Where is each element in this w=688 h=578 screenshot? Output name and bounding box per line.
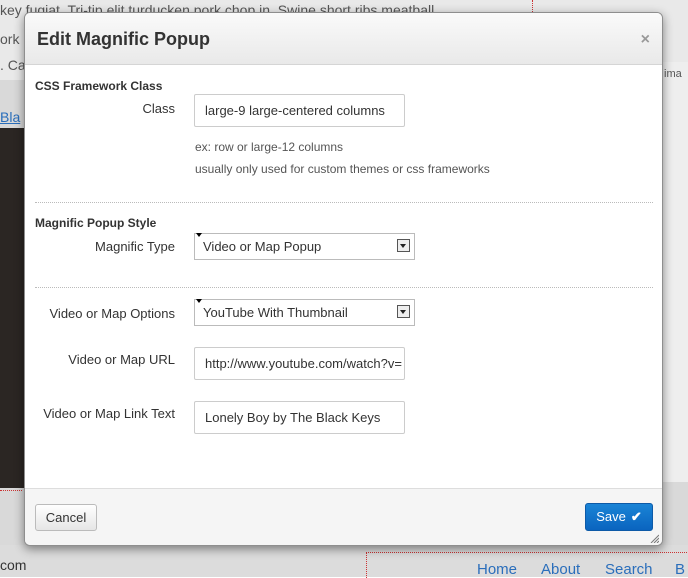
check-icon: ✔ (630, 509, 642, 524)
background-video-image (0, 128, 24, 488)
class-label: Class (142, 101, 175, 116)
dialog-footer: Cancel Save ✔ (25, 488, 662, 545)
nav-link-b[interactable]: B (675, 561, 685, 578)
background-sidebar (662, 62, 688, 482)
background-image-label: ima (664, 68, 682, 80)
background-footer-text: com (0, 557, 27, 573)
video-map-options-select[interactable]: YouTube With Thumbnail (194, 299, 415, 326)
dropdown-arrow-icon[interactable] (397, 239, 410, 252)
background-text-line: . Ca (0, 57, 26, 73)
background-divider (0, 490, 22, 492)
close-icon[interactable]: × (641, 31, 650, 49)
magnific-type-value: Video or Map Popup (203, 239, 322, 254)
nav-link-home[interactable]: Home (477, 561, 517, 578)
save-button[interactable]: Save ✔ (585, 503, 653, 531)
dialog-body: CSS Framework Class Class large-9 large-… (25, 65, 662, 485)
class-help-note: usually only used for custom themes or c… (195, 162, 490, 176)
magnific-type-label: Magnific Type (95, 239, 175, 254)
corner-marker-icon (196, 299, 202, 303)
section-title-popup-style: Magnific Popup Style (35, 216, 157, 230)
cancel-button[interactable]: Cancel (35, 504, 97, 531)
video-map-options-value: YouTube With Thumbnail (203, 305, 348, 320)
class-input[interactable]: large-9 large-centered columns (194, 94, 405, 127)
video-map-link-text-input[interactable]: Lonely Boy by The Black Keys (194, 401, 405, 434)
dialog-title: Edit Magnific Popup (37, 29, 210, 49)
edit-popup-dialog: Edit Magnific Popup × CSS Framework Clas… (24, 12, 663, 546)
class-help-example: ex: row or large-12 columns (195, 140, 344, 154)
video-map-options-label: Video or Map Options (49, 306, 176, 321)
background-link[interactable]: Bla (0, 109, 20, 125)
background-divider (532, 0, 534, 12)
section-divider (35, 287, 653, 288)
video-map-link-text-label: Video or Map Link Text (43, 406, 175, 421)
resize-handle-icon[interactable] (650, 534, 659, 543)
video-map-url-input[interactable]: http://www.youtube.com/watch?v= (194, 347, 405, 380)
nav-link-about[interactable]: About (541, 561, 580, 578)
background-text-line: ork (0, 31, 20, 47)
section-divider (35, 202, 653, 203)
corner-marker-icon (196, 233, 202, 237)
video-map-url-label: Video or Map URL (68, 352, 175, 367)
dropdown-arrow-icon[interactable] (397, 305, 410, 318)
nav-link-search[interactable]: Search (605, 561, 653, 578)
dialog-header[interactable]: Edit Magnific Popup × (25, 13, 662, 65)
section-title-css-framework: CSS Framework Class (35, 79, 163, 93)
background-nav: Home About Search B (366, 552, 688, 578)
save-button-label: Save (596, 509, 626, 524)
magnific-type-select[interactable]: Video or Map Popup (194, 233, 415, 260)
